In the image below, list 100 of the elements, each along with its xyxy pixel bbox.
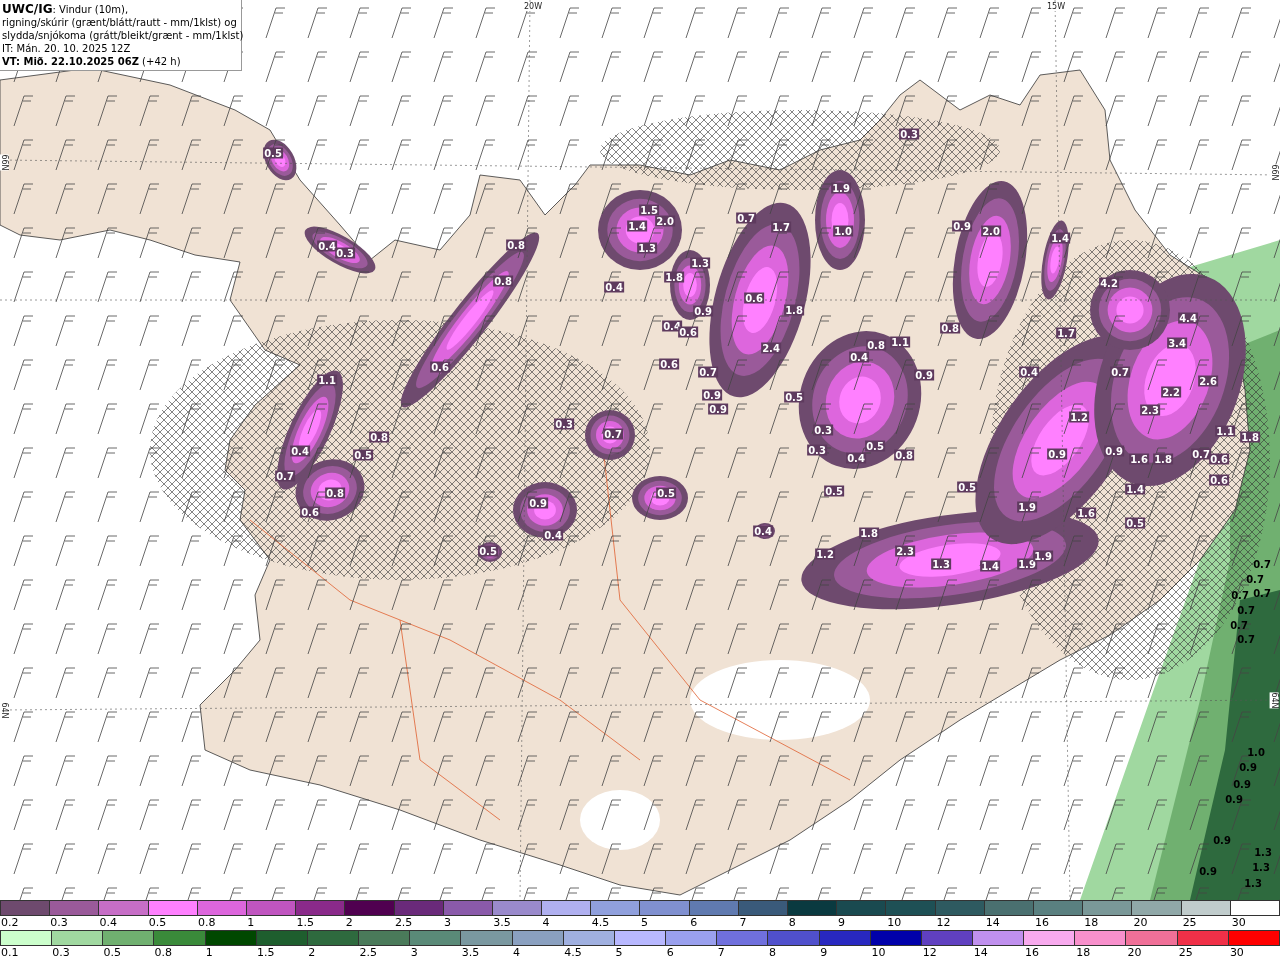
- precipitation-value: 0.6: [1209, 453, 1229, 465]
- precipitation-value: 1.5: [639, 204, 659, 216]
- precipitation-value: 1.8: [1240, 431, 1260, 443]
- scale-value: 3: [410, 946, 418, 959]
- scale-value: 12: [936, 916, 951, 929]
- scale-value: 0.1: [1, 946, 19, 959]
- precipitation-value: 1.0: [833, 225, 853, 237]
- precipitation-value: 1.8: [1153, 453, 1173, 465]
- precipitation-value: 0.9: [693, 305, 713, 317]
- precipitation-value: 2.6: [1198, 375, 1218, 387]
- scale-value: 9: [820, 946, 828, 959]
- precipitation-value: 0.7: [1191, 448, 1211, 460]
- legend-text: IT: Mán. 20. 10. 2025 12Z: [2, 42, 132, 55]
- scale-value: 6: [666, 946, 674, 959]
- precipitation-value: 2.3: [1140, 404, 1160, 416]
- scale-value: 16: [1025, 946, 1040, 959]
- precipitation-value: 1.9: [1033, 550, 1053, 562]
- precipitation-value: 0.9: [1199, 865, 1217, 877]
- precipitation-value: 0.4: [604, 281, 624, 293]
- precipitation-value: 1.2: [1069, 411, 1089, 423]
- scale-value: 1.5: [257, 946, 275, 959]
- precipitation-value: 0.7: [275, 470, 295, 482]
- precipitation-value: 0.9: [952, 220, 972, 232]
- precipitation-value: 0.8: [866, 339, 886, 351]
- scale-value: 1: [247, 916, 255, 929]
- precipitation-value: 4.4: [1178, 312, 1198, 324]
- scale-value: 14: [985, 916, 1000, 929]
- precipitation-value: 2.0: [981, 225, 1001, 237]
- precipitation-value: 0.9: [1213, 834, 1231, 846]
- precipitation-value: 0.7: [1110, 366, 1130, 378]
- precipitation-value: 1.1: [1215, 425, 1235, 437]
- scale-value: 4: [542, 916, 550, 929]
- precipitation-value: 0.9: [1104, 445, 1124, 457]
- latitude-label: 64N: [0, 702, 9, 719]
- scale-value: 18: [1076, 946, 1091, 959]
- precipitation-value: 0.8: [506, 239, 526, 251]
- precipitation-value: 0.3: [813, 424, 833, 436]
- precipitation-value: 2.4: [761, 342, 781, 354]
- precipitation-value: 0.9: [1225, 793, 1243, 805]
- longitude-label: 20W: [524, 2, 543, 11]
- scale-value: 25: [1182, 916, 1197, 929]
- scale-value: 8: [769, 946, 777, 959]
- precipitation-value: 0.7: [736, 212, 756, 224]
- scale-value: 3.5: [461, 946, 480, 959]
- precipitation-value: 1.9: [1017, 501, 1037, 513]
- scale-value: 16: [1034, 916, 1049, 929]
- scale-value: 8: [788, 916, 796, 929]
- precipitation-value: 1.7: [771, 221, 791, 233]
- scale-value: 3: [444, 916, 452, 929]
- scale-value: 2.5: [394, 916, 413, 929]
- precipitation-value: 0.6: [300, 506, 320, 518]
- scale-value: 0.8: [197, 916, 216, 929]
- precipitation-value: 0.6: [659, 358, 679, 370]
- precipitation-value: 4.2: [1099, 277, 1119, 289]
- precipitation-value: 1.6: [1076, 507, 1096, 519]
- precipitation-value: 0.4: [290, 445, 310, 457]
- scale-value: 1.5: [296, 916, 314, 929]
- precipitation-value: 1.4: [1050, 232, 1070, 244]
- precipitation-value: 1.7: [1056, 327, 1076, 339]
- precipitation-value: 0.8: [369, 431, 389, 443]
- legend-text: UWC/IG: Vindur (10m),: [2, 3, 130, 16]
- scale-value: 9: [838, 916, 845, 929]
- precipitation-value: 2.3: [895, 545, 915, 557]
- scale-value: 0.5: [103, 946, 121, 959]
- scale-value: 2: [345, 916, 353, 929]
- scale-value: 5: [615, 946, 623, 959]
- precipitation-value: 3.4: [1167, 337, 1187, 349]
- precipitation-value: 0.5: [865, 440, 885, 452]
- scale-value: 0.3: [52, 946, 70, 959]
- precipitation-value: 0.7: [1237, 633, 1255, 645]
- scale-value: 30: [1229, 946, 1244, 959]
- scale-value: 4.5: [591, 916, 610, 929]
- precipitation-value: 0.7: [1246, 573, 1264, 585]
- scale-value: 0.3: [50, 916, 68, 929]
- scale-value: 6: [690, 916, 698, 929]
- scale-value: 0.2: [1, 916, 19, 929]
- scale-value: 4.5: [564, 946, 582, 959]
- precipitation-value: 1.2: [815, 548, 835, 560]
- precipitation-value: 0.5: [656, 487, 676, 499]
- precipitation-value: 2.0: [655, 215, 675, 227]
- precipitation-value: 2.2: [1161, 386, 1181, 398]
- precipitation-value: 0.6: [678, 326, 698, 338]
- latitude-label: 64N: [1269, 692, 1279, 709]
- latitude-label: 66N: [1269, 164, 1279, 181]
- precipitation-value: 0.7: [1253, 558, 1271, 570]
- precipitation-value: 1.9: [831, 182, 851, 194]
- precipitation-value: 0.4: [753, 525, 773, 537]
- scale-value: 14: [973, 946, 988, 959]
- scale-value: 10: [871, 946, 886, 959]
- scale-value: 7: [717, 946, 725, 959]
- scale-value: 0.8: [154, 946, 173, 959]
- precipitation-value: 1.3: [1244, 877, 1262, 889]
- precipitation-value: 0.7: [1231, 589, 1249, 601]
- precipitation-value: 0.8: [940, 322, 960, 334]
- precipitation-value: 0.5: [824, 485, 844, 497]
- precipitation-value: 0.5: [353, 449, 373, 461]
- precipitation-value: 1.0: [1247, 746, 1265, 758]
- scale-value: 20: [1127, 946, 1142, 959]
- precipitation-value: 0.9: [1239, 761, 1257, 773]
- longitude-label: 15W: [1047, 2, 1066, 11]
